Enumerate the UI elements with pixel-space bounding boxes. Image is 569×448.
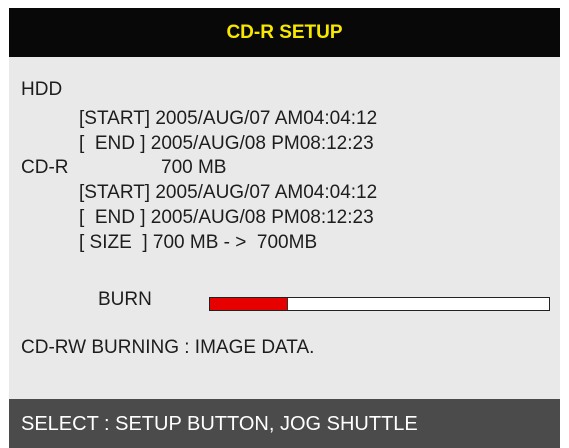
burn-progress-fill: [210, 298, 288, 310]
hdd-end-time: [ END ] 2005/AUG/08 PM08:12:23: [79, 133, 374, 154]
cdr-start-time: [START] 2005/AUG/07 AM04:04:12: [79, 182, 378, 203]
burn-label: BURN: [98, 289, 152, 310]
hdd-start-time: [START] 2005/AUG/07 AM04:04:12: [79, 108, 378, 129]
cdr-size: [ SIZE ] 700 MB - > 700MB: [79, 232, 318, 253]
hdd-label: HDD: [21, 79, 63, 100]
burning-status-text: CD-RW BURNING : IMAGE DATA.: [21, 337, 315, 358]
cdr-end-time: [ END ] 2005/AUG/08 PM08:12:23: [79, 207, 374, 228]
footer-bar: SELECT : SETUP BUTTON, JOG SHUTTLE: [9, 399, 560, 448]
cdr-capacity: 700 MB: [161, 157, 227, 178]
burn-progress-bar: [209, 297, 550, 311]
cdr-setup-screen: CD-R SETUP HDD [START] 2005/AUG/07 AM04:…: [9, 8, 560, 448]
footer-instruction: SELECT : SETUP BUTTON, JOG SHUTTLE: [21, 413, 418, 435]
page-title: CD-R SETUP: [226, 22, 343, 43]
cdr-label: CD-R: [21, 157, 69, 178]
title-bar: CD-R SETUP: [9, 8, 560, 57]
